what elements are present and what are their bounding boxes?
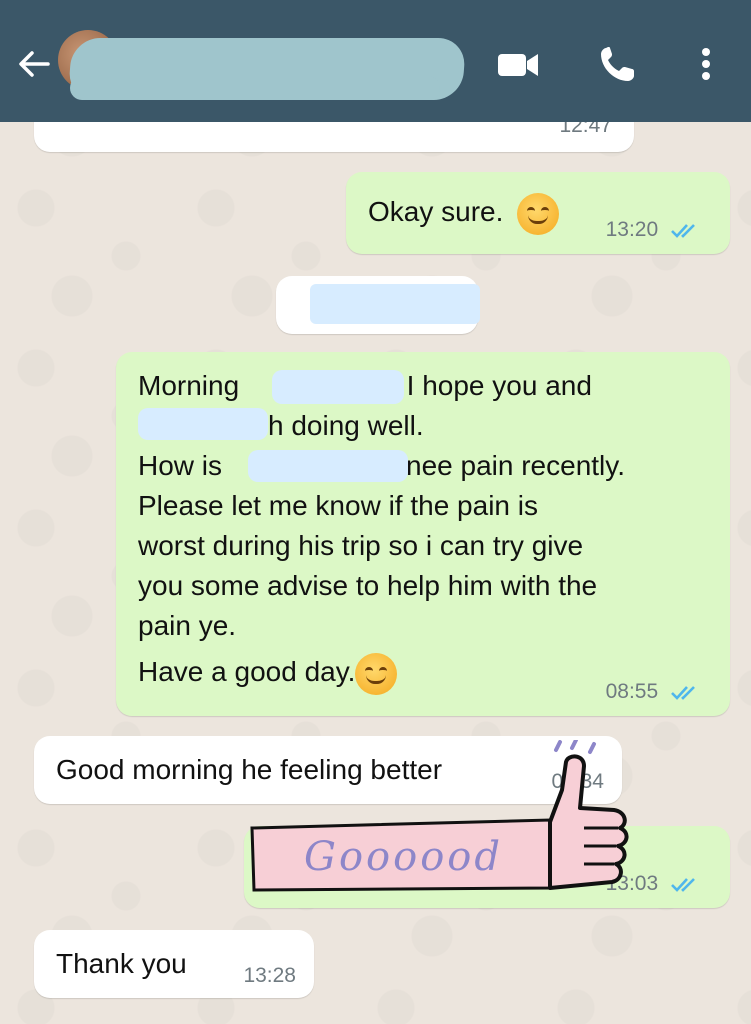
smiling-face-emoji [355, 652, 398, 695]
redaction-block [310, 284, 480, 324]
read-ticks-icon [671, 224, 695, 239]
video-call-icon[interactable] [494, 42, 542, 86]
message-text-line: you some advise to help him with the [138, 570, 598, 601]
redaction-block [138, 408, 268, 440]
message-text-line: Have a good day. [138, 652, 398, 695]
message-text: Okay sure. [368, 192, 560, 235]
smiling-face-emoji [517, 192, 560, 235]
chat-header [0, 0, 751, 122]
message-bubble-incoming[interactable]: Thank you 13:28 [34, 930, 314, 998]
message-bubble-outgoing[interactable]: Okay sure. 13:20 [346, 172, 730, 254]
message-text-line: worst during his trip so i can try give [138, 530, 584, 561]
message-bubble-outgoing[interactable]: Morning y. I hope you and h doing well. H… [116, 352, 730, 716]
message-time: 13:28 [243, 964, 296, 987]
contact-name-redaction [70, 76, 440, 100]
back-arrow-icon[interactable] [14, 44, 54, 84]
message-time: 08:55 [606, 680, 700, 704]
redaction-block [272, 370, 404, 404]
message-text-line: Please let me know if the pain is [138, 490, 538, 521]
message-time: 13:20 [606, 218, 700, 242]
read-ticks-icon [671, 686, 695, 701]
redaction-block [248, 450, 408, 482]
phone-icon[interactable] [596, 42, 640, 86]
message-text: Thank you [56, 948, 187, 979]
message-text-line: pain ye. [138, 610, 237, 641]
redacted-message-bubble[interactable] [276, 276, 480, 334]
read-ticks-icon [671, 878, 695, 893]
more-vert-icon[interactable] [690, 42, 722, 86]
sticker-label: Goooood [304, 834, 503, 880]
